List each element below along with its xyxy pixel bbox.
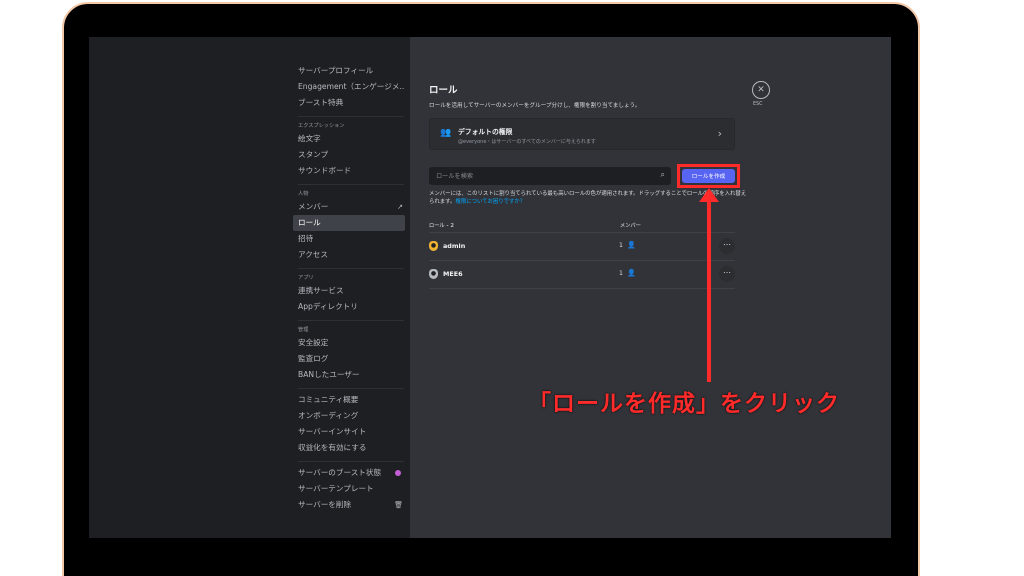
divider bbox=[298, 388, 404, 389]
category-expression: エクスプレッション bbox=[298, 123, 345, 129]
sidebar-item-monetization[interactable]: 収益化を有効にする bbox=[293, 440, 405, 456]
category-apps: アプリ bbox=[298, 275, 314, 281]
divider bbox=[298, 461, 404, 462]
annotation-text: 「ロールを作成」をクリック bbox=[528, 391, 840, 417]
role-shield-icon: ● bbox=[429, 269, 438, 279]
sidebar-item-roles[interactable]: ロール bbox=[293, 215, 405, 231]
divider bbox=[298, 320, 404, 321]
sidebar-item-integrations[interactable]: 連携サービス bbox=[293, 283, 405, 299]
person-icon: 👤 bbox=[627, 269, 636, 277]
divider bbox=[298, 116, 404, 117]
page-title: ロール bbox=[429, 85, 458, 96]
role-search: ⌕ bbox=[429, 167, 671, 185]
settings-sidebar: サーバープロフィール Engagement（エンゲージメ... ブースト特典 エ… bbox=[89, 37, 410, 538]
page-description: ロールを活用してサーバーのメンバーをグループ分けし、権限を割り当てましょう。 bbox=[429, 103, 641, 109]
sidebar-item-stickers[interactable]: スタンプ bbox=[293, 147, 405, 163]
sidebar-item-boost-perks[interactable]: ブースト特典 bbox=[293, 95, 405, 111]
default-permissions-title: デフォルトの権限 bbox=[458, 128, 513, 136]
category-moderation: 管理 bbox=[298, 327, 309, 333]
sidebar-item-bans[interactable]: BANしたユーザー bbox=[293, 367, 405, 383]
divider bbox=[298, 184, 404, 185]
close-icon: ✕ bbox=[757, 85, 765, 95]
sidebar-item-label: サーバーを削除 bbox=[298, 500, 352, 509]
search-icon: ⌕ bbox=[660, 170, 665, 179]
sidebar-item-server-profile[interactable]: サーバープロフィール bbox=[293, 63, 405, 79]
role-member-count: 1 bbox=[619, 242, 623, 249]
divider bbox=[429, 288, 735, 289]
roles-panel: ロール ロールを活用してサーバーのメンバーをグループ分けし、権限を割り当てましょ… bbox=[410, 37, 891, 538]
esc-label: ESC bbox=[753, 102, 763, 107]
sidebar-item-emoji[interactable]: 絵文字 bbox=[293, 131, 405, 147]
members-icon: 👥 bbox=[440, 128, 452, 138]
sidebar-item-delete-server[interactable]: サーバーを削除 🗑 bbox=[293, 497, 405, 513]
more-options-button[interactable]: ⋯ bbox=[719, 238, 735, 254]
sidebar-item-invites[interactable]: 招待 bbox=[293, 231, 405, 247]
table-row[interactable]: ● MEE6 1 👤 ⋯ bbox=[429, 260, 735, 288]
sidebar-item-app-directory[interactable]: Appディレクトリ bbox=[293, 299, 405, 315]
boost-gem-icon bbox=[395, 470, 401, 476]
role-search-input[interactable] bbox=[430, 168, 654, 184]
sidebar-item-templates[interactable]: サーバーテンプレート bbox=[293, 481, 405, 497]
sidebar-item-label: メンバー bbox=[298, 202, 329, 211]
category-people: 人物 bbox=[298, 191, 309, 197]
external-link-icon: ↗ bbox=[397, 203, 403, 211]
annotation-arrow bbox=[707, 198, 711, 382]
sidebar-item-audit-log[interactable]: 監査ログ bbox=[293, 351, 405, 367]
sidebar-item-label: サーバーのブースト状態 bbox=[298, 468, 382, 477]
sidebar-item-soundboard[interactable]: サウンドボード bbox=[293, 163, 405, 179]
role-member-count: 1 bbox=[619, 270, 623, 277]
table-row[interactable]: ● admin 1 👤 ⋯ bbox=[429, 232, 735, 260]
chevron-right-icon: › bbox=[717, 127, 722, 140]
divider bbox=[298, 268, 404, 269]
sidebar-nav: サーバープロフィール Engagement（エンゲージメ... ブースト特典 エ… bbox=[293, 63, 405, 513]
role-name: MEE6 bbox=[443, 270, 463, 278]
create-role-button[interactable]: ロールを作成 bbox=[682, 169, 735, 183]
sidebar-item-onboarding[interactable]: オンボーディング bbox=[293, 408, 405, 424]
settings-window: サーバープロフィール Engagement（エンゲージメ... ブースト特典 エ… bbox=[89, 37, 891, 538]
person-icon: 👤 bbox=[627, 241, 636, 249]
sidebar-item-safety[interactable]: 安全設定 bbox=[293, 335, 405, 351]
more-options-button[interactable]: ⋯ bbox=[719, 266, 735, 282]
default-permissions-card[interactable]: 👥 デフォルトの権限 @everyone・はサーバーのすべてのメンバーに与えられ… bbox=[429, 118, 735, 150]
sidebar-item-community-overview[interactable]: コミュニティ概要 bbox=[293, 392, 405, 408]
roles-column-header: ロール - 2 bbox=[429, 223, 454, 229]
sidebar-item-access[interactable]: アクセス bbox=[293, 247, 405, 263]
default-permissions-subtitle: @everyone・はサーバーのすべてのメンバーに与えられます bbox=[458, 139, 596, 145]
role-name: admin bbox=[443, 242, 466, 250]
sidebar-item-members[interactable]: メンバー ↗ bbox=[293, 199, 405, 215]
trash-icon: 🗑 bbox=[394, 501, 403, 509]
sidebar-item-insights[interactable]: サーバーインサイト bbox=[293, 424, 405, 440]
close-button[interactable]: ✕ bbox=[752, 81, 770, 99]
sidebar-item-boost-status[interactable]: サーバーのブースト状態 bbox=[293, 465, 405, 481]
role-shield-icon: ● bbox=[429, 241, 438, 251]
sidebar-item-engagement[interactable]: Engagement（エンゲージメ... bbox=[293, 79, 405, 95]
members-column-header: メンバー bbox=[620, 223, 641, 229]
permissions-help-link[interactable]: 権限についてお困りですか？ bbox=[455, 199, 525, 205]
